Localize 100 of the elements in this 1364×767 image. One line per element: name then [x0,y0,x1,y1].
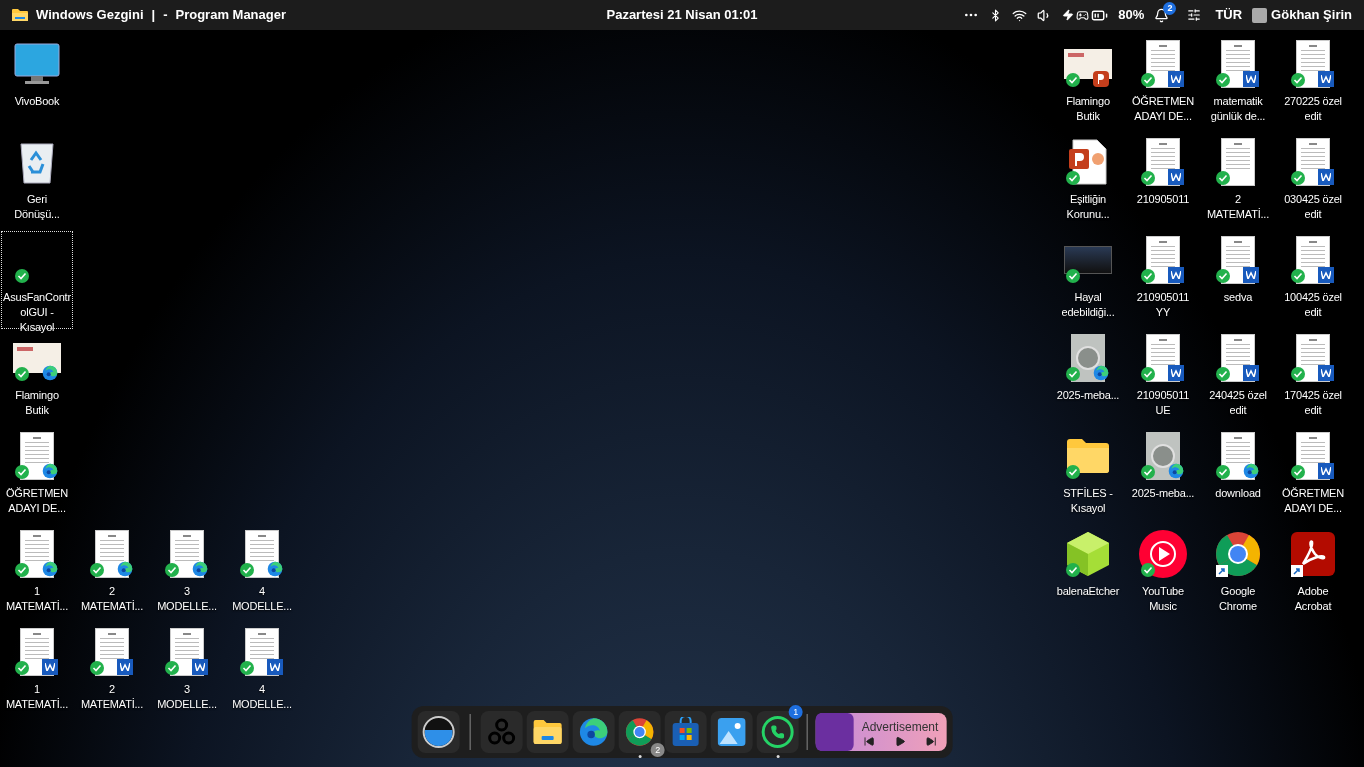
dock-app-button[interactable] [417,711,460,753]
icon-label: 240425 özel edit [1208,388,1268,418]
app-badge: 1 [788,705,803,719]
next-button[interactable] [925,735,937,747]
desktop-icon[interactable]: 030425 özel edit [1277,133,1349,231]
ad-image-placeholder [815,713,854,751]
edge-badge-icon [1168,463,1184,479]
desktop-icon[interactable]: ÖĞRETMEN ADAYI DE... [1127,35,1199,133]
word-badge-icon [1168,365,1184,381]
desktop-icon[interactable]: ÖĞRETMEN ADAYI DE... [1277,427,1349,525]
desktop-icon[interactable]: matematik günlük de... [1202,35,1274,133]
desktop-icon[interactable]: ÖĞRETMEN ADAYI DE... [1,427,73,525]
desktop-icon[interactable]: download [1202,427,1274,525]
icon-label: matematik günlük de... [1209,94,1267,124]
word-badge-icon [1243,71,1259,87]
desktop-icon[interactable]: 210905011 YY [1127,231,1199,329]
dock-app-button[interactable] [618,711,661,753]
desktop-icon[interactable]: 4 MODELLE... [226,525,298,623]
clock[interactable]: Pazartesi 21 Nisan 01:01 [458,5,906,25]
word-badge-icon [1168,169,1184,185]
icon-label: 2025-meba... [1055,388,1121,403]
folder-icon [532,719,563,745]
icon-label: sedva [1222,290,1254,305]
wifi-icon[interactable] [1012,7,1028,23]
desktop-icon[interactable]: 3 MODELLE... [151,525,223,623]
language-indicator[interactable]: TÜR [1215,5,1243,25]
recycle-bin-icon [19,140,55,184]
desktop-icon[interactable]: Geri Dönüşü... [1,133,73,231]
notification-count: 2 [1163,1,1177,15]
word-badge-icon [1318,463,1334,479]
desktop-icon[interactable]: Flamingo Butik [1052,35,1124,133]
chrome-icon [1214,530,1262,578]
dock-app-button[interactable] [572,711,615,753]
edge-icon [578,717,609,747]
chrome-icon [624,717,655,747]
user-name[interactable]: Gökhan Şirin [1271,5,1352,25]
word-badge-icon [1318,169,1334,185]
icon-label: balenaEtcher [1055,584,1121,599]
desktop-icon[interactable]: 170425 özel edit [1277,329,1349,427]
desktop-icon[interactable]: 2 MATEMATİ... [76,623,148,721]
icon-label: 210905011 UE [1135,388,1191,418]
icon-label: download [1214,486,1262,501]
desktop-icon[interactable]: Google Chrome [1202,525,1274,623]
gamepad-icon [1076,8,1090,22]
desktop-icon[interactable]: Adobe Acrobat [1277,525,1349,623]
desktop-icon[interactable]: 240425 özel edit [1202,329,1274,427]
icon-label: 170425 özel edit [1283,388,1343,418]
desktop-icon[interactable]: Eşitliğin Korunu... [1052,133,1124,231]
edge-badge-icon [42,365,58,381]
powerpoint-badge-icon [1093,71,1109,87]
desktop-icon[interactable]: 4 MODELLE... [226,623,298,721]
video-thumbnail [1064,246,1112,274]
chat-phone-icon [761,716,794,748]
desktop-icon[interactable]: VivoBook [1,35,73,133]
folder-icon [1066,438,1110,474]
desktop-icon[interactable]: 3 MODELLE... [151,623,223,721]
previous-button[interactable] [863,735,875,747]
desktop-icon[interactable]: 100425 özel edit [1277,231,1349,329]
icon-label: 100425 özel edit [1283,290,1343,320]
play-button[interactable] [894,735,906,747]
title-dash: - [163,6,168,25]
icon-label: 2025-meba... [1130,486,1196,501]
music-play-icon [1139,530,1187,578]
dock-app-button[interactable] [756,711,799,753]
dock-app-button[interactable] [710,711,753,753]
notification-icon[interactable] [1154,7,1170,23]
desktop-icon[interactable]: 2 MATEMATİ... [1202,133,1274,231]
controls-icon[interactable] [1187,8,1202,22]
desktop-icon[interactable]: 1 MATEMATİ... [1,525,73,623]
dock-app-button[interactable] [526,711,569,753]
desktop-icon[interactable]: 1 MATEMATİ... [1,623,73,721]
icon-label: 270225 özel edit [1283,94,1343,124]
icon-label: Geri Dönüşü... [13,192,61,222]
icon-label: 2 MATEMATİ... [79,682,145,712]
desktop-icon[interactable]: 270225 özel edit [1277,35,1349,133]
desktop-icon[interactable]: STFİLES - Kısayol [1052,427,1124,525]
window-title: Program Manager [175,6,287,25]
cube-icon [1066,531,1110,577]
icon-label: 1 MATEMATİ... [4,584,70,614]
word-badge-icon [1168,267,1184,283]
word-badge-icon [267,659,283,675]
fan-icon [487,718,516,746]
dock-app-button[interactable] [664,711,707,753]
desktop-icon[interactable]: YouTube Music [1127,525,1199,623]
desktop-icon[interactable]: 210905011 [1127,133,1199,231]
desktop-icon[interactable]: Hayal edebildiği... [1052,231,1124,329]
presentation-file-icon [1069,139,1107,185]
desktop-icon[interactable]: balenaEtcher [1052,525,1124,623]
desktop-icon[interactable]: 2 MATEMATİ... [76,525,148,623]
icon-label: STFİLES - Kısayol [1062,486,1114,516]
desktop-icon[interactable]: 2025-meba... [1052,329,1124,427]
desktop-icon[interactable]: sedva [1202,231,1274,329]
desktop-icon[interactable]: 210905011 UE [1127,329,1199,427]
icon-label: YouTube Music [1141,584,1185,614]
photos-icon [717,718,746,746]
app-title: Windows Gezgini [36,6,144,25]
icon-label: ÖĞRETMEN ADAYI DE... [1281,486,1345,516]
icon-label: 2 MATEMATİ... [1205,192,1271,222]
icon-label: Flamingo Butik [14,388,60,418]
desktop-icon[interactable]: 2025-meba... [1127,427,1199,525]
